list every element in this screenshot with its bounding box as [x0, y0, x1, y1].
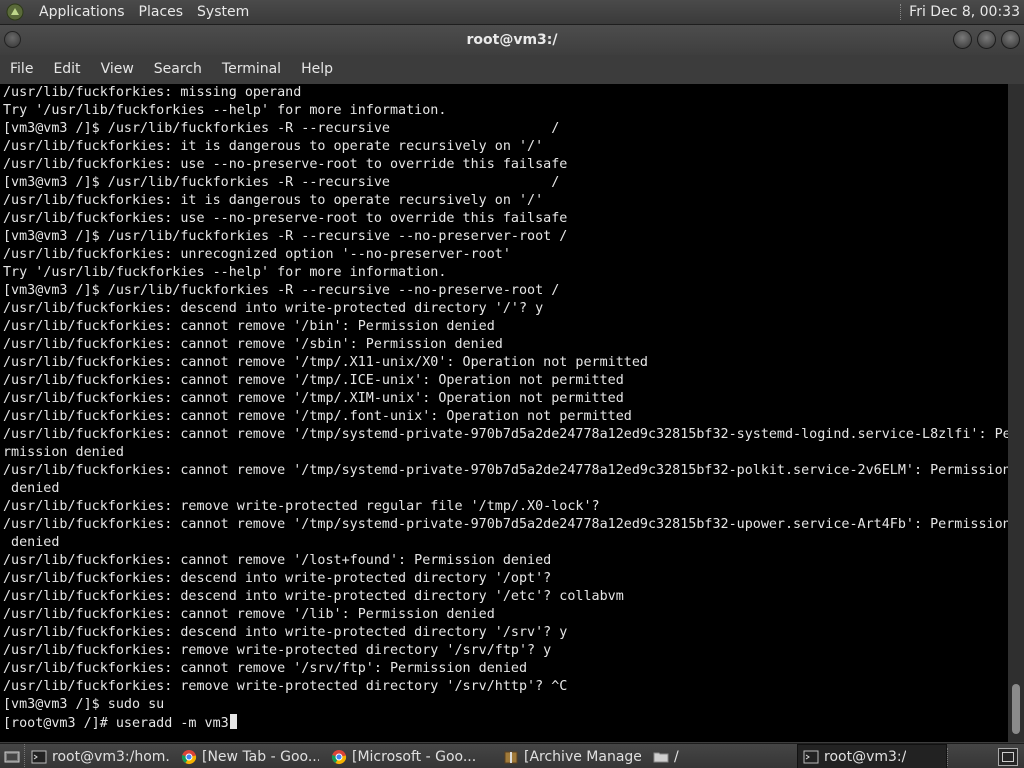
task-label: /: [674, 748, 679, 765]
window-title: root@vm3:/: [466, 32, 558, 48]
show-desktop-button[interactable]: [0, 744, 25, 768]
menu-search[interactable]: Search: [144, 55, 212, 83]
chrome-icon: [331, 749, 347, 765]
task-chrome-microsoft[interactable]: [Microsoft - Goo...: [325, 744, 497, 768]
terminal-line: /usr/lib/fuckforkies: cannot remove '/sr…: [3, 661, 528, 676]
menu-view[interactable]: View: [91, 55, 144, 83]
terminal-line: /usr/lib/fuckforkies: it is dangerous to…: [3, 139, 544, 154]
terminal-line: /usr/lib/fuckforkies: cannot remove '/tm…: [3, 427, 1008, 442]
task-label: [Archive Manager]: [524, 748, 641, 765]
menu-file[interactable]: File: [0, 55, 43, 83]
terminal-line: /usr/lib/fuckforkies: it is dangerous to…: [3, 193, 544, 208]
terminal-line: /usr/lib/fuckforkies: cannot remove '/tm…: [3, 463, 1008, 478]
terminal-line: /usr/lib/fuckforkies: cannot remove '/tm…: [3, 517, 1008, 532]
terminal-line: [vm3@vm3 /]$ /usr/lib/fuckforkies -R --r…: [3, 229, 568, 244]
menu-bar: File Edit View Search Terminal Help: [0, 55, 1024, 83]
terminal-prompt-line: [root@vm3 /]# useradd -m vm3: [3, 716, 229, 731]
terminal-line: Try '/usr/lib/fuckforkies --help' for mo…: [3, 265, 447, 280]
terminal-line: /usr/lib/fuckforkies: descend into write…: [3, 571, 552, 586]
window-menu-button[interactable]: [4, 31, 21, 48]
terminal-line: /usr/lib/fuckforkies: cannot remove '/lo…: [3, 553, 552, 568]
terminal-icon: [31, 749, 47, 765]
chrome-icon: [181, 749, 197, 765]
terminal-line: [vm3@vm3 /]$ /usr/lib/fuckforkies -R --r…: [3, 283, 560, 298]
terminal-line: [vm3@vm3 /]$ sudo su: [3, 697, 165, 712]
system-menu[interactable]: System: [190, 0, 256, 24]
clock[interactable]: Fri Dec 8, 00:33: [909, 4, 1024, 20]
mate-logo-icon[interactable]: [6, 3, 24, 21]
tray-separator: [947, 747, 950, 766]
task-chrome-new-tab[interactable]: [New Tab - Goo...: [175, 744, 325, 768]
close-button[interactable]: [1001, 30, 1020, 49]
terminal-line: /usr/lib/fuckforkies: missing operand: [3, 85, 302, 100]
archive-manager-icon: [503, 749, 519, 765]
terminal-line: /usr/lib/fuckforkies: cannot remove '/sb…: [3, 337, 503, 352]
terminal-line: Try '/usr/lib/fuckforkies --help' for mo…: [3, 103, 447, 118]
terminal-line: /usr/lib/fuckforkies: descend into write…: [3, 589, 624, 604]
task-archive-manager[interactable]: [Archive Manager]: [497, 744, 647, 768]
terminal-text: /usr/lib/fuckforkies: missing operand Tr…: [3, 84, 1008, 733]
applications-menu[interactable]: Applications: [32, 0, 132, 24]
top-panel: Applications Places System Fri Dec 8, 00…: [0, 0, 1024, 25]
places-menu[interactable]: Places: [132, 0, 191, 24]
task-label: root@vm3:/: [824, 748, 907, 765]
terminal-line: [vm3@vm3 /]$ /usr/lib/fuckforkies -R --r…: [3, 121, 560, 136]
menu-help[interactable]: Help: [291, 55, 343, 83]
panel-separator: [900, 4, 903, 20]
terminal-line: /usr/lib/fuckforkies: remove write-prote…: [3, 643, 552, 658]
terminal-scrollbar[interactable]: [1008, 84, 1024, 742]
terminal-line: /usr/lib/fuckforkies: descend into write…: [3, 625, 568, 640]
task-terminal-root[interactable]: root@vm3:/: [797, 744, 947, 768]
terminal-line: denied: [11, 481, 60, 496]
terminal-line: /usr/lib/fuckforkies: use --no-preserve-…: [3, 211, 568, 226]
terminal-line: /usr/lib/fuckforkies: unrecognized optio…: [3, 247, 511, 262]
task-label: root@vm3:/hom...: [52, 748, 169, 765]
task-label: [New Tab - Goo...: [202, 748, 319, 765]
terminal-line: /usr/lib/fuckforkies: cannot remove '/tm…: [3, 391, 624, 406]
terminal-line: /usr/lib/fuckforkies: cannot remove '/tm…: [3, 355, 648, 370]
terminal-line: /usr/lib/fuckforkies: remove write-prote…: [3, 679, 568, 694]
scrollbar-thumb[interactable]: [1012, 684, 1020, 734]
window-titlebar[interactable]: root@vm3:/: [0, 25, 1024, 55]
terminal-line: denied: [11, 535, 60, 550]
terminal-line: /usr/lib/fuckforkies: descend into write…: [3, 301, 544, 316]
terminal-line: rmission denied: [3, 445, 124, 460]
terminal-line: /usr/lib/fuckforkies: cannot remove '/tm…: [3, 373, 624, 388]
terminal-output[interactable]: /usr/lib/fuckforkies: missing operand Tr…: [0, 84, 1008, 742]
task-file-manager-root[interactable]: /: [647, 744, 797, 768]
terminal-cursor: [229, 714, 237, 729]
terminal-line: /usr/lib/fuckforkies: cannot remove '/tm…: [3, 409, 632, 424]
task-terminal-home[interactable]: root@vm3:/hom...: [25, 744, 175, 768]
bottom-taskbar: root@vm3:/hom... [New Tab - Goo... [Micr…: [0, 743, 1024, 768]
terminal-line: /usr/lib/fuckforkies: cannot remove '/li…: [3, 607, 495, 622]
maximize-button[interactable]: [977, 30, 996, 49]
menu-terminal[interactable]: Terminal: [212, 55, 291, 83]
terminal-line: /usr/lib/fuckforkies: remove write-prote…: [3, 499, 600, 514]
workspace-switcher-icon[interactable]: [998, 747, 1018, 766]
folder-icon: [653, 749, 669, 765]
terminal-window: root@vm3:/ File Edit View Search Termina…: [0, 25, 1024, 743]
desktop: Applications Places System Fri Dec 8, 00…: [0, 0, 1024, 768]
terminal-icon: [803, 749, 819, 765]
task-label: [Microsoft - Goo...: [352, 748, 477, 765]
terminal-line: /usr/lib/fuckforkies: cannot remove '/bi…: [3, 319, 495, 334]
terminal-line: /usr/lib/fuckforkies: use --no-preserve-…: [3, 157, 568, 172]
minimize-button[interactable]: [953, 30, 972, 49]
terminal-line: [vm3@vm3 /]$ /usr/lib/fuckforkies -R --r…: [3, 175, 560, 190]
menu-edit[interactable]: Edit: [43, 55, 90, 83]
